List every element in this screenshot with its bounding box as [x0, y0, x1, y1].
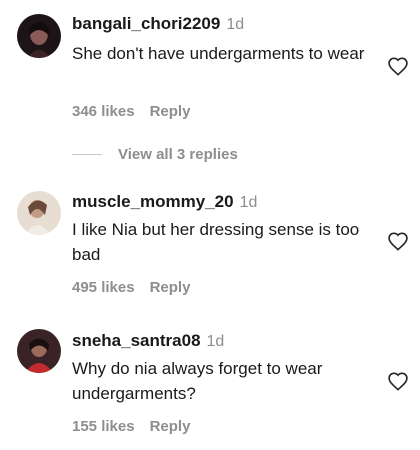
comment-text: She don't have undergarments to wear	[72, 44, 365, 63]
likes-count[interactable]: 495 likes	[72, 279, 135, 296]
timestamp: 1d	[226, 16, 245, 33]
comment-text: Why do nia always forget to wear underga…	[72, 359, 323, 403]
heart-outline-icon[interactable]	[387, 231, 409, 251]
timestamp: 1d	[206, 333, 225, 350]
avatar[interactable]	[17, 329, 61, 373]
avatar[interactable]	[17, 191, 61, 235]
reply-button[interactable]: Reply	[150, 103, 191, 120]
comment-header: bangali_chori2209 1d	[72, 14, 244, 34]
comment-meta: 346 likes Reply	[72, 103, 190, 120]
comment-header: sneha_santra08 1d	[72, 331, 224, 351]
heart-outline-icon[interactable]	[387, 56, 409, 76]
reply-button[interactable]: Reply	[150, 418, 191, 435]
likes-count[interactable]: 346 likes	[72, 103, 135, 120]
username[interactable]: sneha_santra08	[72, 331, 201, 350]
comment-meta: 495 likes Reply	[72, 279, 190, 296]
comment-meta: 155 likes Reply	[72, 418, 190, 435]
reply-button[interactable]: Reply	[150, 279, 191, 296]
username[interactable]: bangali_chori2209	[72, 14, 220, 33]
divider-line	[72, 154, 102, 155]
view-replies-button[interactable]: View all 3 replies	[72, 146, 238, 163]
avatar[interactable]	[17, 14, 61, 58]
timestamp: 1d	[239, 194, 258, 211]
username[interactable]: muscle_mommy_20	[72, 192, 234, 211]
comment-header: muscle_mommy_20 1d	[72, 192, 257, 212]
heart-outline-icon[interactable]	[387, 371, 409, 391]
likes-count[interactable]: 155 likes	[72, 418, 135, 435]
view-replies-label: View all 3 replies	[118, 146, 238, 163]
comment-text: I like Nia but her dressing sense is too…	[72, 220, 360, 264]
